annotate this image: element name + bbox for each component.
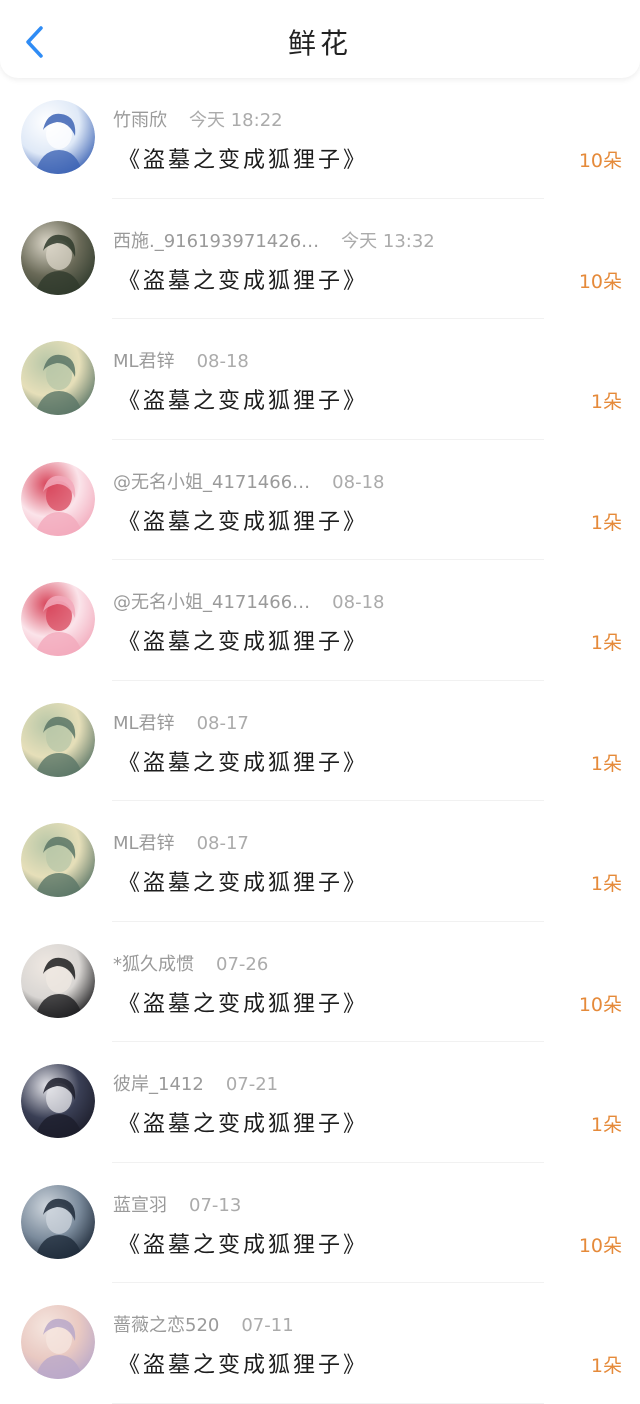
username[interactable]: ML君锌: [113, 833, 175, 854]
username[interactable]: 西施._916193971426…: [113, 231, 319, 252]
book-title[interactable]: 《盗墓之变成狐狸子》: [118, 745, 368, 777]
timestamp: 今天 18:22: [189, 110, 283, 131]
flower-count: 1朵: [590, 1355, 622, 1377]
timestamp: 07-13: [189, 1194, 242, 1216]
list-item[interactable]: ML君锌 08-18 《盗墓之变成狐狸子》 1朵: [0, 319, 640, 440]
flower-count: 10朵: [578, 1234, 622, 1257]
flower-count: 1朵: [590, 752, 622, 775]
flower-count: 10朵: [578, 150, 622, 172]
flower-count: 10朵: [578, 270, 622, 293]
list-item[interactable]: ML君锌 08-17 《盗墓之变成狐狸子》 1朵: [0, 801, 640, 922]
avatar[interactable]: [21, 943, 95, 1018]
list-item[interactable]: ML君锌 08-17 《盗墓之变成狐狸子》 1朵: [0, 681, 640, 802]
timestamp: 08-17: [196, 712, 249, 734]
flower-count: 1朵: [590, 511, 622, 534]
item-meta: ML君锌 08-18: [113, 347, 249, 373]
item-meta: 竹雨欣 今天 18:22: [113, 106, 283, 132]
avatar[interactable]: [21, 702, 95, 777]
timestamp: 07-11: [241, 1315, 294, 1336]
avatar[interactable]: [21, 1184, 95, 1259]
username[interactable]: ML君锌: [113, 351, 175, 372]
flower-count: 1朵: [590, 391, 622, 413]
book-title[interactable]: 《盗墓之变成狐狸子》: [118, 624, 368, 656]
avatar[interactable]: [21, 1305, 95, 1379]
flower-count: 1朵: [590, 873, 622, 895]
book-title[interactable]: 《盗墓之变成狐狸子》: [118, 1106, 368, 1138]
username[interactable]: ML君锌: [113, 713, 175, 734]
list-item[interactable]: @无名小姐_4171466… 08-18 《盗墓之变成狐狸子》 1朵: [0, 440, 640, 561]
avatar[interactable]: [21, 823, 95, 897]
flower-record-list: 竹雨欣 今天 18:22 《盗墓之变成狐狸子》 10朵 西施._916193971426…: [0, 78, 640, 1404]
timestamp: 07-26: [216, 953, 269, 975]
username[interactable]: 彼岸_1412: [113, 1074, 204, 1095]
list-item[interactable]: 蔷薇之恋520 07-11 《盗墓之变成狐狸子》 1朵: [0, 1283, 640, 1404]
book-title[interactable]: 《盗墓之变成狐狸子》: [118, 986, 368, 1018]
flower-count: 1朵: [590, 1114, 622, 1136]
timestamp: 08-18: [196, 351, 249, 372]
avatar[interactable]: [21, 341, 95, 415]
item-meta: 蓝宣羽 07-13: [113, 1191, 241, 1217]
timestamp: 08-17: [196, 833, 249, 854]
top-bar: 鲜花: [0, 0, 640, 78]
item-meta: ML君锌 08-17: [113, 829, 249, 855]
avatar[interactable]: [21, 582, 95, 656]
book-title[interactable]: 《盗墓之变成狐狸子》: [118, 865, 368, 897]
list-item[interactable]: 竹雨欣 今天 18:22 《盗墓之变成狐狸子》 10朵: [0, 78, 640, 199]
item-meta: 西施._916193971426… 今天 13:32: [113, 227, 435, 253]
timestamp: 今天 13:32: [341, 230, 435, 252]
flower-count: 10朵: [578, 993, 622, 1016]
book-title[interactable]: 《盗墓之变成狐狸子》: [118, 142, 368, 174]
avatar[interactable]: [21, 220, 95, 295]
username[interactable]: *狐久成惯: [113, 954, 194, 975]
item-meta: @无名小姐_4171466… 08-18: [113, 468, 384, 494]
flower-count: 1朵: [590, 632, 622, 654]
book-title[interactable]: 《盗墓之变成狐狸子》: [118, 1227, 368, 1259]
avatar[interactable]: [21, 1064, 95, 1138]
book-title[interactable]: 《盗墓之变成狐狸子》: [118, 1347, 368, 1379]
book-title[interactable]: 《盗墓之变成狐狸子》: [118, 263, 368, 295]
list-item[interactable]: 彼岸_1412 07-21 《盗墓之变成狐狸子》 1朵: [0, 1042, 640, 1163]
username[interactable]: @无名小姐_4171466…: [113, 472, 310, 493]
avatar[interactable]: [21, 461, 95, 536]
item-meta: ML君锌 08-17: [113, 709, 249, 735]
avatar[interactable]: [21, 100, 95, 174]
username[interactable]: @无名小姐_4171466…: [113, 592, 310, 613]
item-meta: *狐久成惯 07-26: [113, 950, 268, 976]
item-meta: @无名小姐_4171466… 08-18: [113, 588, 384, 614]
username[interactable]: 蔷薇之恋520: [113, 1315, 219, 1336]
timestamp: 07-21: [225, 1074, 279, 1095]
item-meta: 彼岸_1412 07-21: [113, 1070, 278, 1096]
username[interactable]: 竹雨欣: [113, 110, 167, 131]
list-item[interactable]: @无名小姐_4171466… 08-18 《盗墓之变成狐狸子》 1朵: [0, 560, 640, 681]
username[interactable]: 蓝宣羽: [113, 1195, 167, 1216]
timestamp: 08-18: [332, 471, 385, 493]
item-meta: 蔷薇之恋520 07-11: [113, 1311, 294, 1337]
list-item[interactable]: 西施._916193971426… 今天 13:32 《盗墓之变成狐狸子》 10朵: [0, 199, 640, 320]
timestamp: 08-18: [332, 592, 385, 613]
book-title[interactable]: 《盗墓之变成狐狸子》: [118, 383, 368, 415]
list-item[interactable]: 蓝宣羽 07-13 《盗墓之变成狐狸子》 10朵: [0, 1163, 640, 1284]
book-title[interactable]: 《盗墓之变成狐狸子》: [118, 504, 368, 536]
list-item[interactable]: *狐久成惯 07-26 《盗墓之变成狐狸子》 10朵: [0, 922, 640, 1043]
page-title: 鲜花: [287, 27, 352, 60]
